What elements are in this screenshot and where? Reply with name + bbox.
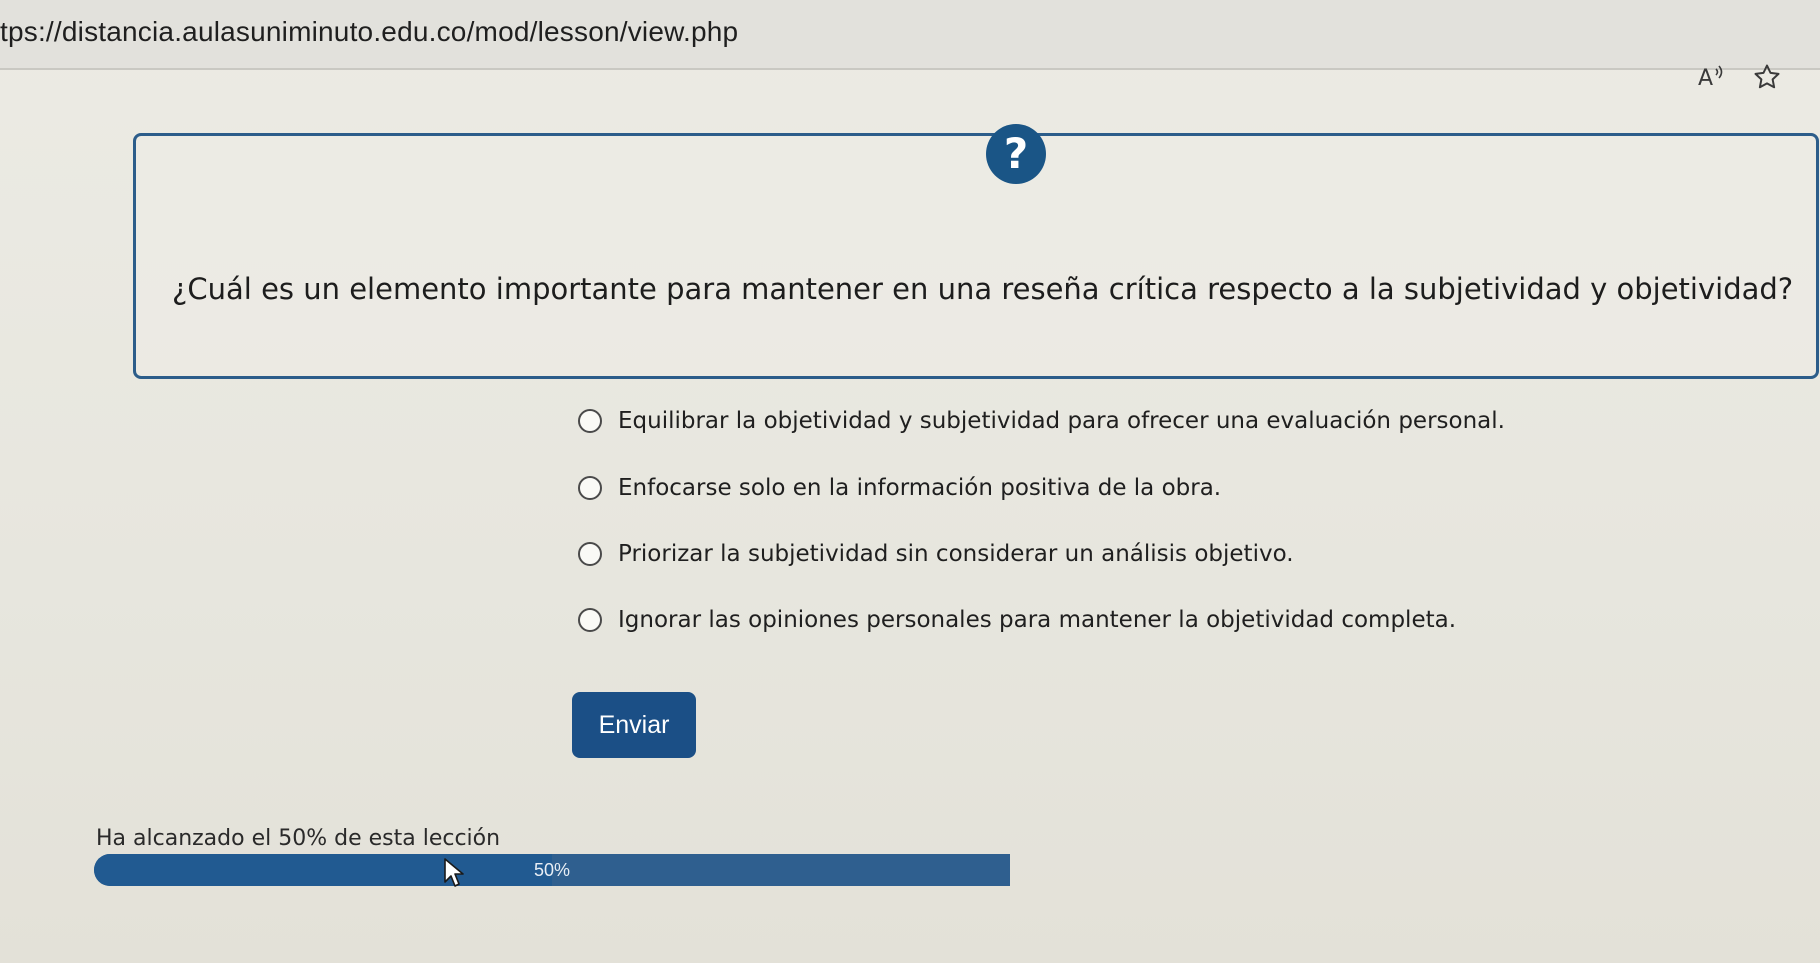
answer-option-2[interactable]: Enfocarse solo en la información positiv… xyxy=(578,475,1221,501)
svg-text:A: A xyxy=(1698,66,1713,91)
star-icon[interactable] xyxy=(1750,60,1784,94)
mouse-cursor-icon xyxy=(444,858,466,893)
answer-label: Priorizar la subjetividad sin considerar… xyxy=(618,541,1294,567)
browser-address-bar[interactable]: tps://distancia.aulasuniminuto.edu.co/mo… xyxy=(0,0,1820,70)
question-text: ¿Cuál es un elemento importante para man… xyxy=(172,272,1794,306)
read-aloud-icon[interactable]: A xyxy=(1694,60,1728,94)
question-card xyxy=(133,133,1819,379)
answer-label: Equilibrar la objetividad y subjetividad… xyxy=(618,408,1505,434)
browser-toolbar: A xyxy=(1694,60,1784,94)
answer-option-3[interactable]: Priorizar la subjetividad sin considerar… xyxy=(578,541,1294,567)
progress-percent: 50% xyxy=(533,859,571,880)
radio-button[interactable] xyxy=(578,409,602,433)
progress-label: Ha alcanzado el 50% de esta lección xyxy=(96,826,501,851)
url-text[interactable]: tps://distancia.aulasuniminuto.edu.co/mo… xyxy=(0,16,738,48)
answer-option-4[interactable]: Ignorar las opiniones personales para ma… xyxy=(578,607,1456,633)
lesson-page: tps://distancia.aulasuniminuto.edu.co/mo… xyxy=(0,0,1820,963)
progress-bar: 50% xyxy=(94,854,1010,886)
question-mark-icon: ? xyxy=(986,124,1046,184)
radio-button[interactable] xyxy=(578,542,602,566)
answer-label: Enfocarse solo en la información positiv… xyxy=(618,475,1222,501)
submit-button[interactable]: Enviar xyxy=(572,692,696,758)
radio-button[interactable] xyxy=(578,476,602,500)
radio-button[interactable] xyxy=(578,608,602,632)
answer-label: Ignorar las opiniones personales para ma… xyxy=(618,607,1457,633)
answer-option-1[interactable]: Equilibrar la objetividad y subjetividad… xyxy=(578,408,1505,434)
